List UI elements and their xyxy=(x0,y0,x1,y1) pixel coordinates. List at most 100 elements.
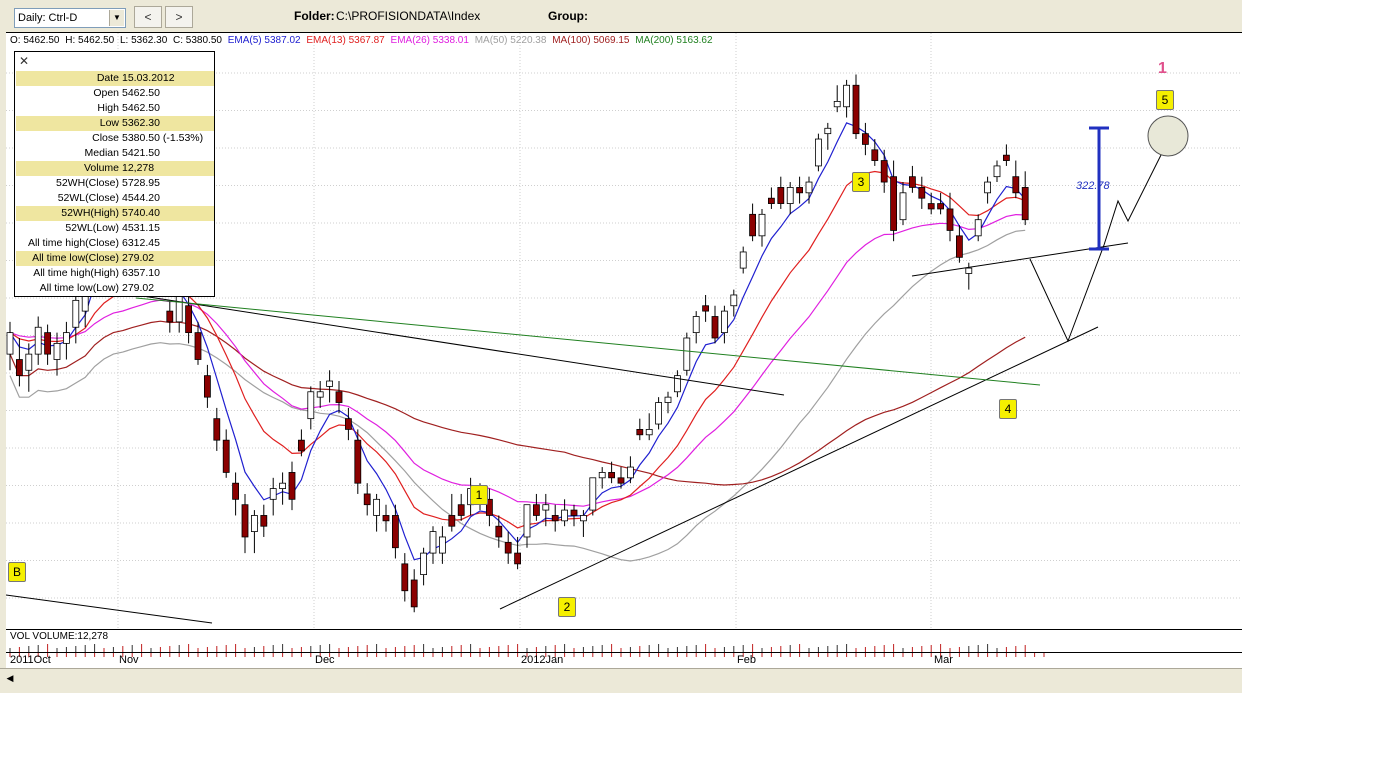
folder-label: Folder: xyxy=(294,9,335,23)
candle-body xyxy=(316,391,324,398)
candle-body xyxy=(974,219,982,237)
candle-body xyxy=(335,391,343,403)
candle-body xyxy=(448,515,456,527)
candle-body xyxy=(627,466,634,479)
info-row: All time low(Close) 279.02 xyxy=(16,251,214,266)
axis-label-oct: 2011Oct xyxy=(10,654,51,666)
candle-body xyxy=(175,294,183,323)
candle-body xyxy=(260,515,268,527)
info-row: Close 5380.50 (-1.53%) xyxy=(16,131,214,146)
candle-body xyxy=(871,149,879,161)
volume-panel[interactable]: VOL VOLUME:12,278 xyxy=(6,630,1242,652)
period-select[interactable]: Daily: Ctrl-D ▼ xyxy=(14,8,126,28)
wave-label-2: 2 xyxy=(558,597,576,617)
ma100-line xyxy=(9,320,1026,486)
candle-body xyxy=(909,176,916,188)
candle-body xyxy=(495,525,503,538)
candle-body xyxy=(194,332,202,360)
candle-body xyxy=(410,579,418,608)
candle-body xyxy=(1021,187,1029,221)
candle-body xyxy=(542,504,550,511)
candle-body xyxy=(815,138,822,167)
group-label: Group: xyxy=(548,9,588,23)
candle-body xyxy=(232,482,240,500)
candle-body xyxy=(664,396,672,403)
candle-body xyxy=(63,332,70,344)
candle-body xyxy=(617,477,625,484)
candle-body xyxy=(805,181,813,194)
candle-body xyxy=(937,203,944,210)
candle-body xyxy=(956,235,963,258)
candle-body xyxy=(768,197,775,204)
info-row: 52WH(High) 5740.40 xyxy=(16,206,214,221)
ma200-line xyxy=(135,297,1041,386)
scroll-left-arrow-icon[interactable]: ◀ xyxy=(2,671,18,686)
candle-body xyxy=(880,160,888,183)
candle-body xyxy=(297,439,305,452)
info-row: All time high(Close) 6312.45 xyxy=(16,236,214,251)
time-axis-ticks xyxy=(9,653,1045,657)
candle-body xyxy=(250,515,258,532)
candle-body xyxy=(730,294,738,307)
candle-body xyxy=(721,310,728,334)
candle-body xyxy=(993,165,1001,178)
info-row: Open 5462.50 xyxy=(16,86,214,101)
close-icon[interactable]: ✕ xyxy=(17,54,31,68)
candle-body xyxy=(890,176,897,231)
candle-body xyxy=(185,305,193,334)
info-row: 52WH(Close) 5728.95 xyxy=(16,176,214,191)
candle-body xyxy=(222,439,230,473)
candle-body xyxy=(279,482,287,489)
data-window: ✕ Date 15.03.2012 Open 5462.50 High 5462.50… xyxy=(14,51,215,297)
period-select-value: Daily: Ctrl-D xyxy=(18,12,78,24)
candle-body xyxy=(899,192,907,221)
candle-body xyxy=(749,213,756,237)
ma200-readout: MA(200) 5163.62 xyxy=(635,35,713,46)
candle-body xyxy=(655,402,662,425)
candle-body xyxy=(1003,154,1010,161)
info-row: Date 15.03.2012 xyxy=(16,71,214,86)
candle-body xyxy=(307,391,315,420)
toolbar: Daily: Ctrl-D ▼ < > Folder: C:\PROFISION… xyxy=(0,0,1242,32)
candle-body xyxy=(843,84,850,108)
candle-body xyxy=(53,342,61,360)
candle-body xyxy=(796,187,803,194)
candle-body xyxy=(1012,176,1020,194)
horizontal-scrollbar[interactable]: ◀ xyxy=(0,668,1242,688)
wave-label-4: 4 xyxy=(999,399,1017,419)
axis-label-mar: Mar xyxy=(934,654,953,666)
candle-body xyxy=(862,133,869,145)
trendline-support xyxy=(499,326,1099,610)
chevron-down-icon[interactable]: ▼ xyxy=(109,10,124,26)
wave-label-b: B xyxy=(8,562,26,582)
candle-body xyxy=(984,181,991,194)
info-row: 52WL(Low) 4531.15 xyxy=(16,221,214,236)
candle-body xyxy=(438,536,446,554)
candle-body xyxy=(608,472,615,479)
candle-body xyxy=(6,332,14,355)
wave-label-5: 5 xyxy=(1156,90,1174,110)
low-readout: L: 5362.30 xyxy=(119,35,168,46)
candle-body xyxy=(946,208,954,231)
prev-button[interactable]: < xyxy=(134,6,162,28)
candle-body xyxy=(326,380,334,387)
candle-body xyxy=(363,493,371,506)
target-circle xyxy=(1147,115,1189,157)
target-distance-label: 322.78 xyxy=(1076,180,1110,192)
candle-body xyxy=(72,299,80,328)
close-readout: C: 5380.50 xyxy=(173,35,222,46)
candle-body xyxy=(166,310,174,323)
info-row: Volume 12,278 xyxy=(16,161,214,176)
candle-body xyxy=(533,504,540,516)
candle-body xyxy=(683,337,691,371)
candle-body xyxy=(918,187,926,199)
candle-body xyxy=(580,515,587,522)
next-button[interactable]: > xyxy=(165,6,193,28)
ema26-readout: EMA(26) 5338.01 xyxy=(390,35,469,46)
candle-body xyxy=(739,251,747,269)
axis-label-nov: Nov xyxy=(119,654,139,666)
candle-body xyxy=(645,429,653,436)
ma100-readout: MA(100) 5069.15 xyxy=(552,35,630,46)
open-readout: O: 5462.50 xyxy=(10,35,60,46)
candle-body xyxy=(636,429,644,436)
